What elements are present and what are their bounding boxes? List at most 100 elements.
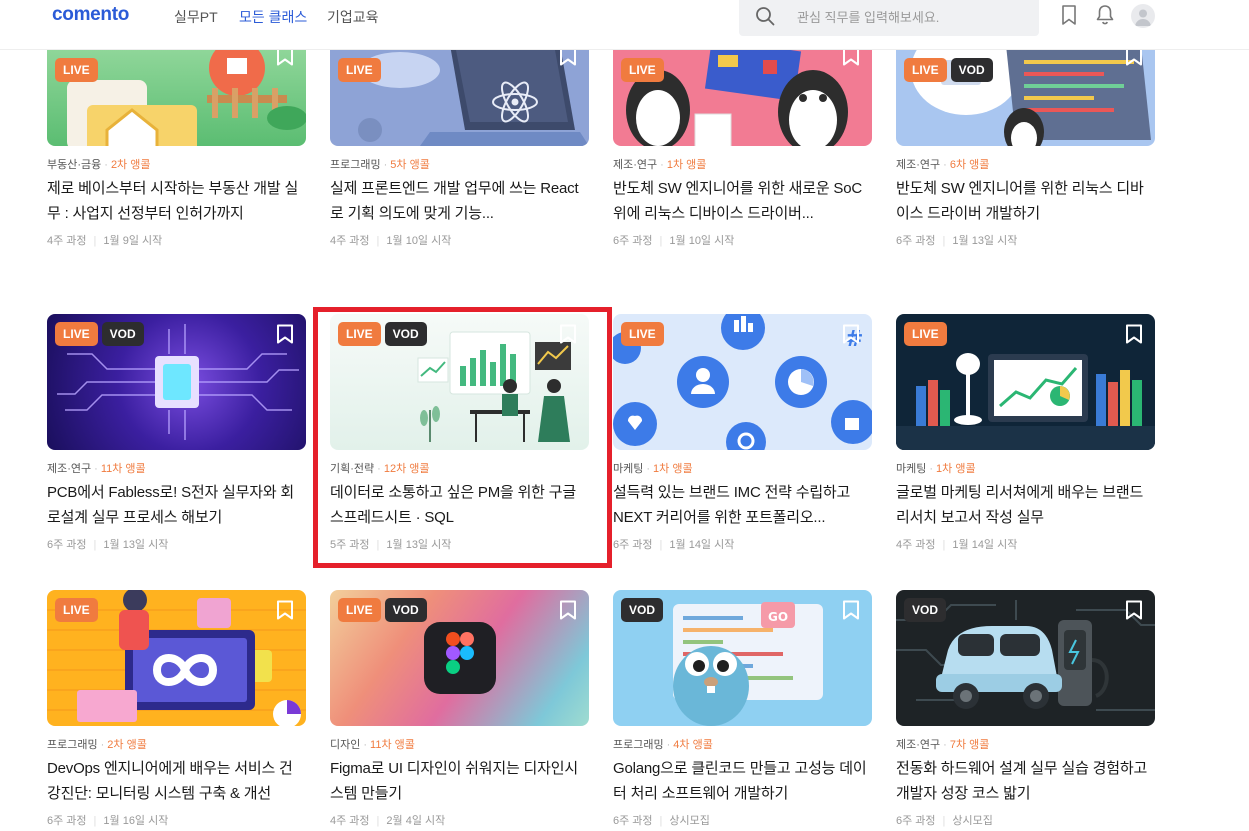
class-card[interactable]: LIVE 부동산·금융 · 2차 앵콜 제로 베이스부터 시작하는 부동산 개발 실… bbox=[47, 50, 306, 248]
class-info: 4주 과정 | 2월 4일 시작 bbox=[330, 815, 446, 827]
live-badge: LIVE bbox=[621, 58, 664, 82]
class-card[interactable]: LIVE VOD 제조·연구 · 6차 앵콜 반도체 SW 엔지니어를 위한 리눅스… bbox=[896, 50, 1155, 248]
class-thumbnail: LIVE VOD bbox=[330, 314, 589, 450]
badge-group: LIVE bbox=[904, 322, 947, 346]
class-meta: 부동산·금융 · 2차 앵콜 bbox=[47, 159, 151, 171]
bookmark-icon[interactable] bbox=[1125, 324, 1143, 344]
class-title[interactable]: 제로 베이스부터 시작하는 부동산 개발 실무 : 사업지 선정부터 인허가까지 bbox=[47, 176, 306, 226]
live-badge: LIVE bbox=[338, 58, 381, 82]
class-meta: 제조·연구 · 7차 앵콜 bbox=[896, 739, 990, 751]
cohort-label: 5차 앵콜 bbox=[390, 159, 430, 171]
badge-group: VOD bbox=[621, 598, 664, 622]
bookmark-icon[interactable] bbox=[276, 600, 294, 620]
class-thumbnail: LIVE VOD bbox=[330, 590, 589, 726]
live-badge: LIVE bbox=[621, 322, 664, 346]
start-date-label: 상시모집 bbox=[669, 815, 710, 827]
badge-group: LIVE bbox=[338, 58, 381, 82]
class-card[interactable]: LIVE VOD 기획·전략 · 12차 앵콜 데이터로 소통하고 싶은 PM을 위… bbox=[330, 314, 589, 552]
class-card[interactable]: LIVE 제조·연구 · 1차 앵콜 반도체 SW 엔지니어를 위한 새로운 SoC… bbox=[613, 50, 872, 248]
class-meta: 마케팅 · 1차 앵콜 bbox=[896, 463, 976, 475]
class-card[interactable]: LIVE 프로그래밍 · 5차 앵콜 실제 프론트엔드 개발 업무에 쓰는 Reac… bbox=[330, 50, 589, 248]
vod-badge: VOD bbox=[621, 598, 664, 622]
class-card[interactable]: # LIVE 마케팅 · 1차 앵콜 설득력 있는 브랜드 IMC 전략 수립하고 … bbox=[613, 314, 872, 552]
category-label: 제조·연구 bbox=[896, 159, 941, 171]
nav-all-classes[interactable]: 모든 클래스 bbox=[239, 7, 307, 27]
cohort-label: 6차 앵콜 bbox=[949, 159, 990, 171]
bookmark-icon[interactable] bbox=[559, 324, 577, 344]
search-box[interactable]: 관심 직무를 입력해보세요. bbox=[739, 0, 1039, 36]
class-thumbnail: VOD bbox=[896, 590, 1155, 726]
start-date-label: 1월 13일 시작 bbox=[952, 235, 1018, 247]
duration-label: 4주 과정 bbox=[330, 815, 370, 827]
bookmark-icon[interactable] bbox=[1125, 50, 1143, 66]
start-date-label: 1월 14일 시작 bbox=[952, 539, 1018, 551]
class-title[interactable]: Golang으로 클린코드 만들고 고성능 데이터 처리 소프트웨어 개발하기 bbox=[613, 756, 872, 806]
cohort-label: 11차 앵콜 bbox=[100, 463, 146, 475]
badge-group: LIVE bbox=[621, 322, 664, 346]
duration-label: 6주 과정 bbox=[47, 815, 87, 827]
category-label: 부동산·금융 bbox=[47, 159, 102, 171]
class-meta: 마케팅 · 1차 앵콜 bbox=[613, 463, 693, 475]
class-title[interactable]: 실제 프론트엔드 개발 업무에 쓰는 React로 기획 의도에 맞게 기능..… bbox=[330, 176, 589, 226]
class-title[interactable]: 반도체 SW 엔지니어를 위한 리눅스 디바이스 드라이버 개발하기 bbox=[896, 176, 1155, 226]
live-badge: LIVE bbox=[904, 58, 947, 82]
start-date-label: 2월 4일 시작 bbox=[386, 815, 446, 827]
bookmark-icon[interactable] bbox=[1058, 4, 1080, 26]
live-badge: LIVE bbox=[904, 322, 947, 346]
class-card[interactable]: VOD 제조·연구 · 7차 앵콜 전동화 하드웨어 설계 실무 실습 경험하고 개… bbox=[896, 590, 1155, 828]
class-info: 6주 과정 | 1월 16일 시작 bbox=[47, 815, 169, 827]
class-title[interactable]: 설득력 있는 브랜드 IMC 전략 수립하고 NEXT 커리어를 위한 포트폴리… bbox=[613, 480, 872, 530]
cohort-label: 1차 앵콜 bbox=[666, 159, 707, 171]
class-card[interactable]: GO VOD 프로그래밍 · 4차 앵콜 Golang으로 클린코드 만들고 고성능… bbox=[613, 590, 872, 828]
bookmark-icon[interactable] bbox=[842, 600, 860, 620]
duration-label: 6주 과정 bbox=[896, 815, 936, 827]
bookmark-icon[interactable] bbox=[276, 324, 294, 344]
class-info: 6주 과정 | 상시모집 bbox=[613, 815, 710, 827]
start-date-label: 1월 14일 시작 bbox=[669, 539, 735, 551]
class-info: 6주 과정 | 1월 13일 시작 bbox=[47, 539, 169, 551]
vod-badge: VOD bbox=[384, 598, 427, 622]
search-icon bbox=[756, 7, 775, 26]
category-label: 제조·연구 bbox=[47, 463, 92, 475]
nav-corporate-education[interactable]: 기업교육 bbox=[327, 7, 379, 27]
logo[interactable]: comento bbox=[52, 4, 129, 26]
class-title[interactable]: Figma로 UI 디자인이 쉬워지는 디자인시스템 만들기 bbox=[330, 756, 589, 806]
class-meta: 프로그래밍 · 2차 앵콜 bbox=[47, 739, 147, 751]
class-card[interactable]: LIVE VOD 제조·연구 · 11차 앵콜 PCB에서 Fabless로! S전… bbox=[47, 314, 306, 552]
search-input[interactable]: 관심 직무를 입력해보세요. bbox=[797, 7, 939, 26]
notification-bell-icon[interactable] bbox=[1094, 4, 1116, 26]
bookmark-icon[interactable] bbox=[842, 324, 860, 344]
class-title[interactable]: 글로벌 마케팅 리서쳐에게 배우는 브랜드 리서치 보고서 작성 실무 bbox=[896, 480, 1155, 530]
class-title[interactable]: 데이터로 소통하고 싶은 PM을 위한 구글 스프레드시트 · SQL bbox=[330, 480, 589, 530]
class-thumbnail: # LIVE bbox=[613, 314, 872, 450]
class-thumbnail: LIVE bbox=[47, 50, 306, 146]
live-badge: LIVE bbox=[55, 598, 98, 622]
bookmark-icon[interactable] bbox=[842, 50, 860, 66]
class-meta: 프로그래밍 · 5차 앵콜 bbox=[330, 159, 430, 171]
class-thumbnail: LIVE bbox=[330, 50, 589, 146]
class-title[interactable]: 반도체 SW 엔지니어를 위한 새로운 SoC 위에 리눅스 디바이스 드라이버… bbox=[613, 176, 872, 226]
class-card[interactable]: LIVE VOD 디자인 · 11차 앵콜 Figma로 UI 디자인이 쉬워지는 … bbox=[330, 590, 589, 828]
class-title[interactable]: 전동화 하드웨어 설계 실무 실습 경험하고 개발자 성장 코스 밟기 bbox=[896, 756, 1155, 806]
duration-label: 6주 과정 bbox=[613, 815, 653, 827]
class-info: 6주 과정 | 상시모집 bbox=[896, 815, 993, 827]
bookmark-icon[interactable] bbox=[559, 50, 577, 66]
bookmark-icon[interactable] bbox=[1125, 600, 1143, 620]
class-card[interactable]: LIVE 마케팅 · 1차 앵콜 글로벌 마케팅 리서쳐에게 배우는 브랜드 리서치… bbox=[896, 314, 1155, 552]
badge-group: LIVE bbox=[621, 58, 664, 82]
bookmark-icon[interactable] bbox=[276, 50, 294, 66]
badge-group: LIVE VOD bbox=[55, 322, 144, 346]
badge-group: LIVE VOD bbox=[338, 598, 427, 622]
category-label: 프로그래밍 bbox=[330, 159, 381, 171]
avatar[interactable] bbox=[1131, 4, 1155, 28]
duration-label: 6주 과정 bbox=[613, 235, 653, 247]
duration-label: 4주 과정 bbox=[47, 235, 87, 247]
nav-silmu-pt[interactable]: 실무PT bbox=[174, 7, 218, 27]
class-info: 6주 과정 | 1월 10일 시작 bbox=[613, 235, 735, 247]
class-title[interactable]: PCB에서 Fabless로! S전자 실무자와 회로설계 실무 프로세스 해보… bbox=[47, 480, 306, 530]
class-card[interactable]: LIVE 프로그래밍 · 2차 앵콜 DevOps 엔지니어에게 배우는 서비스 건… bbox=[47, 590, 306, 828]
class-info: 5주 과정 | 1월 13일 시작 bbox=[330, 539, 452, 551]
bookmark-icon[interactable] bbox=[559, 600, 577, 620]
class-meta: 제조·연구 · 1차 앵콜 bbox=[613, 159, 707, 171]
class-title[interactable]: DevOps 엔지니어에게 배우는 서비스 건강진단: 모니터링 시스템 구축 … bbox=[47, 756, 306, 806]
